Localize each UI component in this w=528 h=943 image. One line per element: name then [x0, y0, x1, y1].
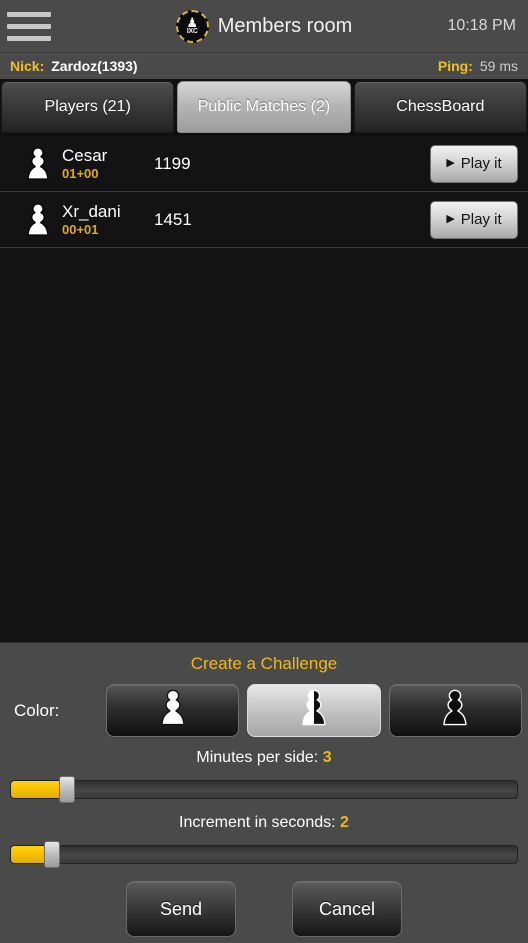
- increment-slider-fill: [11, 846, 47, 863]
- color-selector-row: Color:: [0, 684, 528, 737]
- play-it-button[interactable]: ▶ Play it: [430, 200, 518, 239]
- app-root: ♟ IXC Members room 10:18 PM Nick: Zardoz…: [0, 0, 528, 943]
- nick-label: Nick:: [10, 58, 45, 74]
- row-player-info: Xr_dani 00+01: [62, 202, 150, 238]
- play-it-label: Play it: [460, 155, 502, 172]
- row-player-info: Cesar 01+00: [62, 146, 150, 182]
- hamburger-menu-icon[interactable]: [0, 0, 54, 52]
- hamburger-bar: [7, 11, 51, 17]
- table-row[interactable]: Cesar 01+00 1199 ▶ Play it: [0, 136, 528, 192]
- increment-value: 2: [340, 814, 349, 831]
- player-rating: 1199: [154, 153, 191, 173]
- player-name: Xr_dani: [62, 201, 121, 221]
- tab-bar: Players (21) Public Matches (2) ChessBoa…: [0, 79, 528, 136]
- color-option-white[interactable]: [106, 684, 240, 737]
- panel-title: Create a Challenge: [190, 654, 338, 673]
- minutes-slider-thumb[interactable]: [58, 776, 75, 803]
- white-pawn-icon: [14, 201, 62, 239]
- logo-text: IXC: [186, 28, 198, 35]
- table-row[interactable]: Xr_dani 00+01 1451 ▶ Play it: [0, 192, 528, 248]
- increment-slider-track[interactable]: [10, 845, 518, 864]
- panel-actions: Send Cancel: [0, 867, 528, 937]
- time-control: 01+00: [62, 165, 99, 181]
- play-it-label: Play it: [460, 211, 502, 228]
- nick-value: Zardoz(1393): [51, 58, 138, 74]
- cancel-button[interactable]: Cancel: [292, 881, 402, 937]
- minutes-slider[interactable]: [10, 776, 518, 803]
- play-it-button[interactable]: ▶ Play it: [430, 144, 518, 183]
- ping-label: Ping:: [437, 58, 473, 74]
- hamburger-bar: [7, 23, 51, 29]
- increment-label: Increment in seconds: 2: [0, 802, 528, 841]
- logo-pawn-glyph: ♟: [186, 15, 199, 30]
- title-bar: ♟ IXC Members room 10:18 PM: [0, 0, 528, 52]
- time-control: 00+01: [62, 221, 99, 237]
- page-title: Members room: [217, 14, 353, 37]
- info-strip: Nick: Zardoz(1393) Ping: 59 ms: [0, 52, 528, 79]
- tab-players[interactable]: Players (21): [1, 81, 175, 133]
- hamburger-bar: [7, 35, 51, 41]
- white-pawn-icon: [14, 145, 62, 183]
- minutes-slider-fill: [11, 781, 62, 798]
- color-label: Color:: [14, 700, 60, 720]
- minutes-label-text: Minutes per side:: [196, 749, 319, 766]
- increment-label-text: Increment in seconds:: [179, 814, 336, 831]
- tab-chessboard[interactable]: ChessBoard: [353, 81, 527, 133]
- app-logo-icon: ♟ IXC: [175, 9, 209, 43]
- player-name: Cesar: [62, 145, 108, 165]
- play-triangle-icon: ▶: [446, 213, 455, 225]
- color-option-random[interactable]: [247, 684, 381, 737]
- black-pawn-icon: [438, 687, 472, 734]
- minutes-value: 3: [322, 749, 332, 766]
- minutes-per-side-label: Minutes per side: 3: [0, 737, 528, 776]
- tab-public-matches[interactable]: Public Matches (2): [177, 81, 351, 133]
- create-challenge-panel: Create a Challenge Color: Minutes per si…: [0, 642, 528, 943]
- minutes-slider-track[interactable]: [10, 780, 518, 799]
- status-clock: 10:18 PM: [447, 17, 516, 34]
- public-matches-list: Cesar 01+00 1199 ▶ Play it Xr_dani 00+01…: [0, 136, 528, 642]
- player-rating: 1451: [154, 209, 192, 229]
- half-white-half-black-pawn-icon: [297, 687, 331, 734]
- send-button[interactable]: Send: [126, 881, 236, 937]
- ping-value: 59 ms: [479, 58, 518, 74]
- play-triangle-icon: ▶: [446, 157, 455, 169]
- increment-slider[interactable]: [10, 841, 518, 868]
- white-pawn-icon: [156, 687, 190, 734]
- increment-slider-thumb[interactable]: [43, 841, 60, 868]
- color-option-black[interactable]: [388, 684, 522, 737]
